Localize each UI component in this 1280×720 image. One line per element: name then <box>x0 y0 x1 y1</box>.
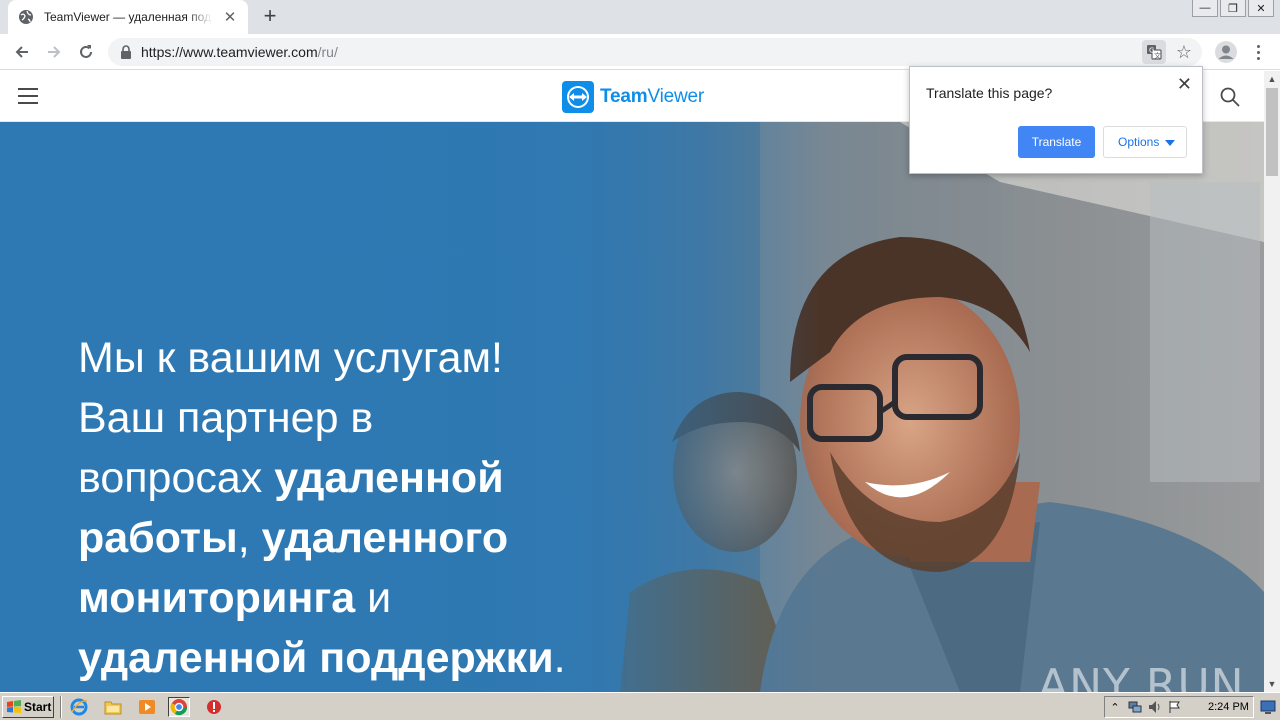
volume-icon[interactable] <box>1145 698 1165 716</box>
forward-button[interactable] <box>40 38 68 66</box>
profile-avatar-icon[interactable] <box>1214 40 1238 64</box>
scroll-down-arrow-icon[interactable]: ▼ <box>1264 676 1280 692</box>
hero-line-2: Ваш партнер в <box>78 394 374 442</box>
start-label: Start <box>24 700 52 714</box>
url-text: https://www.teamviewer.com/ru/ <box>141 44 338 60</box>
hero-line-4-bold: работы <box>78 514 238 562</box>
url-path: /ru/ <box>317 44 338 60</box>
hero-line-6-bold: удаленной поддержки <box>78 634 554 682</box>
hero-heading: Мы к вашим услугам! Ваш партнер в вопрос… <box>78 328 638 688</box>
window-controls: — ❐ ✕ <box>1192 0 1274 18</box>
globe-icon <box>19 10 33 24</box>
translate-popup-title: Translate this page? <box>926 85 1053 101</box>
bookmark-star-icon[interactable]: ☆ <box>1172 40 1196 64</box>
start-button[interactable]: Start <box>2 696 54 718</box>
reload-button[interactable] <box>72 38 100 66</box>
hero-line-6-regular: . <box>553 634 566 682</box>
back-button[interactable] <box>8 38 36 66</box>
options-label: Options <box>1118 135 1160 149</box>
tray-expand-icon[interactable]: ⌃ <box>1105 698 1125 716</box>
tab-title: TeamViewer — удаленная поддерж <box>44 10 212 24</box>
network-icon[interactable] <box>1125 698 1145 716</box>
browser-tab[interactable]: TeamViewer — удаленная поддерж ✕ <box>8 0 248 34</box>
action-center-flag-icon[interactable] <box>1165 698 1185 716</box>
tab-strip: TeamViewer — удаленная поддерж ✕ + — ❐ ✕ <box>0 0 1280 34</box>
address-bar[interactable]: https://www.teamviewer.com/ru/ G 文 ☆ <box>108 38 1202 66</box>
taskbar-separator <box>60 696 62 718</box>
hero-line-3-bold: удаленной <box>274 454 504 502</box>
internet-explorer-icon[interactable] <box>68 697 90 717</box>
taskbar-clock[interactable]: 2:24 PM <box>1208 701 1249 713</box>
back-arrow-icon <box>15 46 28 58</box>
minimize-button[interactable]: — <box>1192 0 1218 17</box>
windows-logo-icon <box>7 700 21 713</box>
logo-wordmark: TeamViewer <box>600 86 704 107</box>
tab-close-icon[interactable]: ✕ <box>222 9 238 25</box>
file-explorer-icon[interactable] <box>102 697 124 717</box>
url-host: https://www.teamviewer.com <box>141 44 318 60</box>
scroll-thumb[interactable] <box>1266 88 1278 176</box>
translate-popup: Translate this page? ✕ Translate Options <box>909 66 1203 174</box>
windows-taskbar: Start ⌃ 2:24 PM <box>0 692 1280 720</box>
translate-button[interactable]: Translate <box>1018 126 1095 158</box>
hero-line-1: Мы к вашим услугам! <box>78 334 504 382</box>
chrome-taskbar-icon[interactable] <box>168 697 190 717</box>
hamburger-menu-icon[interactable] <box>18 88 38 104</box>
teamviewer-logo-icon <box>562 81 594 113</box>
stop-sign-icon[interactable] <box>203 697 225 717</box>
reload-icon <box>80 45 92 58</box>
search-icon[interactable] <box>1218 85 1242 109</box>
forward-arrow-icon <box>48 46 61 58</box>
hero-line-5-regular: и <box>355 574 392 622</box>
svg-text:文: 文 <box>1154 51 1161 60</box>
options-dropdown-button[interactable]: Options <box>1103 126 1187 158</box>
anyrun-watermark: ANY RUN <box>1038 660 1245 692</box>
hero-line-4-regular: , <box>237 514 262 562</box>
new-tab-button[interactable]: + <box>258 5 282 28</box>
browser-toolbar: https://www.teamviewer.com/ru/ G 文 ☆ <box>0 34 1280 70</box>
hero-line-5-bold: мониторинга <box>78 574 356 622</box>
show-desktop-icon[interactable] <box>1258 697 1278 717</box>
hero-line-3-regular: вопросах <box>78 454 275 502</box>
teamviewer-logo[interactable]: TeamViewer <box>562 81 704 113</box>
window-close-button[interactable]: ✕ <box>1248 0 1274 17</box>
page-scrollbar[interactable]: ▲ ▼ <box>1264 71 1280 692</box>
caret-down-icon <box>1165 140 1175 146</box>
media-player-icon[interactable] <box>136 697 158 717</box>
hero-banner: Мы к вашим услугам! Ваш партнер в вопрос… <box>0 122 1264 692</box>
translate-popup-close-icon[interactable]: ✕ <box>1177 75 1192 93</box>
browser-menu-icon[interactable] <box>1250 40 1266 64</box>
scroll-up-arrow-icon[interactable]: ▲ <box>1264 71 1280 87</box>
lock-icon <box>121 45 131 59</box>
hero-line-4-bold-2: удаленного <box>261 514 509 562</box>
translate-icon[interactable]: G 文 <box>1142 40 1166 64</box>
restore-button[interactable]: ❐ <box>1220 0 1246 17</box>
